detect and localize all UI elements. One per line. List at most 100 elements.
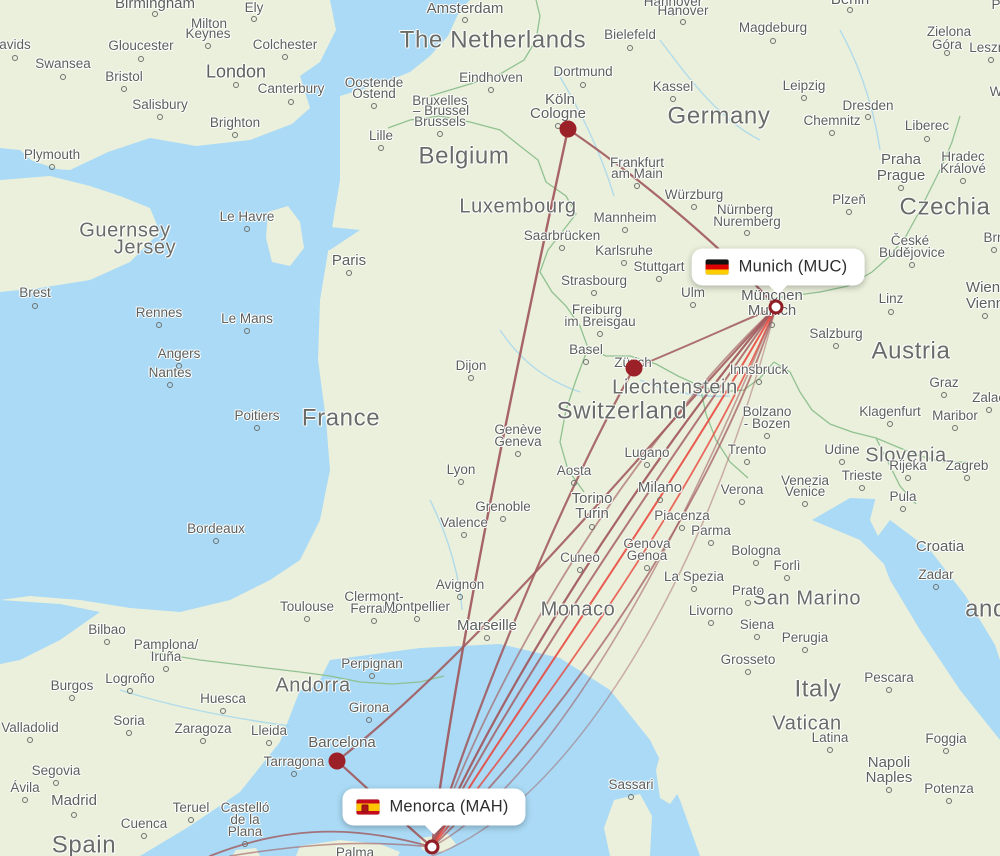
city-canterbury-dot [288, 99, 294, 105]
city-mannheim: Mannheim [593, 209, 657, 225]
city-prague: Prague [876, 167, 926, 185]
city-brest: Brest [19, 284, 51, 300]
city-lyon: Lyon [446, 461, 476, 477]
munich-airport-marker[interactable] [768, 299, 784, 315]
city-cuenca-dot [141, 833, 147, 839]
city-poitiers-dot [254, 425, 260, 431]
city-toulouse: Toulouse [279, 598, 335, 614]
city-burgos-dot [69, 695, 75, 701]
city-cuneo-dot [577, 567, 583, 573]
cologne-airport-marker[interactable] [559, 120, 577, 138]
city-zielona-gora2-dot [944, 50, 950, 56]
city-ferrand-dot [371, 618, 377, 624]
city-leszno-dot [988, 57, 994, 63]
city-hanover-dot [680, 19, 686, 25]
menorca-airport-marker[interactable] [424, 839, 440, 855]
city-amsterdam: Amsterdam [426, 0, 504, 18]
city-piacenza-dot [679, 525, 685, 531]
city-toulouse-dot [304, 616, 310, 622]
menorca-tooltip[interactable]: Menorca (MAH) [342, 788, 526, 835]
city-pescara-dot [886, 687, 892, 693]
country-label-netherlands: The Netherlands [399, 26, 587, 54]
city-bordeaux: Bordeaux [187, 520, 245, 536]
city-cuneo: Cuneo [560, 549, 600, 565]
city-lille: Lille [368, 127, 394, 143]
city-london: London [205, 61, 267, 82]
city-gloucester-dot [138, 56, 144, 62]
city-marseille: Marseille [456, 617, 518, 635]
city-keynes: Keynes [185, 25, 231, 41]
country-label-liechtenstein: Liechtenstein [612, 376, 738, 399]
city-plzen: Plzeň [832, 191, 866, 207]
city-marseille-dot [484, 635, 490, 641]
city-pamplona: Pamplona/ [133, 636, 199, 652]
city-berlin-dot [847, 7, 853, 13]
city-brest-dot [32, 303, 38, 309]
city-bielefeld-dot [627, 45, 633, 51]
city-magdeburg: Magdeburg [738, 19, 808, 35]
city-klagenfurt-dot [887, 421, 893, 427]
city-genova: Genova [623, 535, 671, 551]
city-montpellier-dot [414, 616, 420, 622]
city-torino: Torino [571, 490, 613, 508]
city-valladolid: Valladolid [1, 719, 59, 735]
city-basel: Basel [569, 341, 603, 357]
city-leipzig-dot [801, 95, 807, 101]
zurich-airport-marker[interactable] [625, 359, 643, 377]
country-label-slovenia: Slovenia [865, 444, 947, 467]
city-wien: Wien [965, 279, 1000, 297]
city-perpignan-dot [369, 673, 375, 679]
city-livorno-dot [708, 620, 714, 626]
menorca-tooltip-text: Menorca (MAH) [389, 797, 509, 816]
city-stuttgart-dot [656, 276, 662, 282]
germany-flag-icon [705, 259, 729, 275]
city-am-main-dot [634, 183, 640, 189]
city-zadar: Zadar [918, 566, 954, 582]
city-frankfurt: Frankfurt [609, 154, 665, 170]
city-colchester: Colchester [252, 36, 318, 52]
country-label-switzerland: Switzerland [556, 397, 688, 425]
city-grenoble: Grenoble [475, 498, 531, 514]
city-zagreb-dot [964, 475, 970, 481]
city-tarragona-dot [291, 771, 297, 777]
city-tarragona: Tarragona [263, 753, 325, 769]
city-potenza-dot [946, 798, 952, 804]
city-pula: Pula [889, 488, 917, 504]
country-label-germany: Germany [667, 102, 771, 130]
city-verona-dot [739, 499, 745, 505]
city-strasbourg: Strasbourg [560, 272, 628, 288]
city-lleida: Lleida [250, 722, 288, 738]
city-paris-dot [346, 270, 352, 276]
city-bilbao-dot [104, 639, 110, 645]
city-zalae: Zalae [972, 389, 1000, 405]
city-ostend: Ostend [352, 85, 396, 101]
city-mannheim-dot [622, 227, 628, 233]
city-croatia: Croatia [915, 538, 965, 556]
city-avila: Ávila [10, 779, 40, 795]
city-lugano: Lugano [624, 444, 670, 460]
city-venice: Venice [784, 483, 826, 499]
city-birmingham: Birmingham [114, 0, 196, 13]
city-perpignan: Perpignan [341, 655, 403, 671]
city-ely-dot [251, 16, 257, 22]
city-vienna: Vienn [965, 295, 1000, 313]
country-label-austria: Austria [871, 337, 951, 365]
city-geneva-dot [515, 451, 521, 457]
city-chemnitz: Chemnitz [803, 112, 861, 128]
city-cuenca: Cuenca [120, 815, 168, 831]
city-aosta: Aosta [556, 462, 592, 478]
city-basel-dot [583, 359, 589, 365]
city-zalae-dot [986, 407, 992, 413]
city-le-mans: Le Mans [221, 310, 273, 326]
city-trento: Trento [727, 441, 767, 457]
city-madrid: Madrid [51, 792, 97, 810]
city-dijon: Dijon [455, 357, 487, 373]
city-milano: Milano [637, 479, 683, 497]
city-genoa-dot [644, 565, 650, 571]
city-magdeburg-dot [770, 38, 776, 44]
munich-tooltip[interactable]: Munich (MUC) [691, 248, 865, 295]
barcelona-airport-marker[interactable] [328, 752, 346, 770]
city-liberec-dot [924, 136, 930, 142]
flight-route-map[interactable]: The Netherlands Germany Belgium Czechia Fran… [0, 0, 1000, 856]
city-im-breisgau: im Breisgau [564, 313, 636, 329]
